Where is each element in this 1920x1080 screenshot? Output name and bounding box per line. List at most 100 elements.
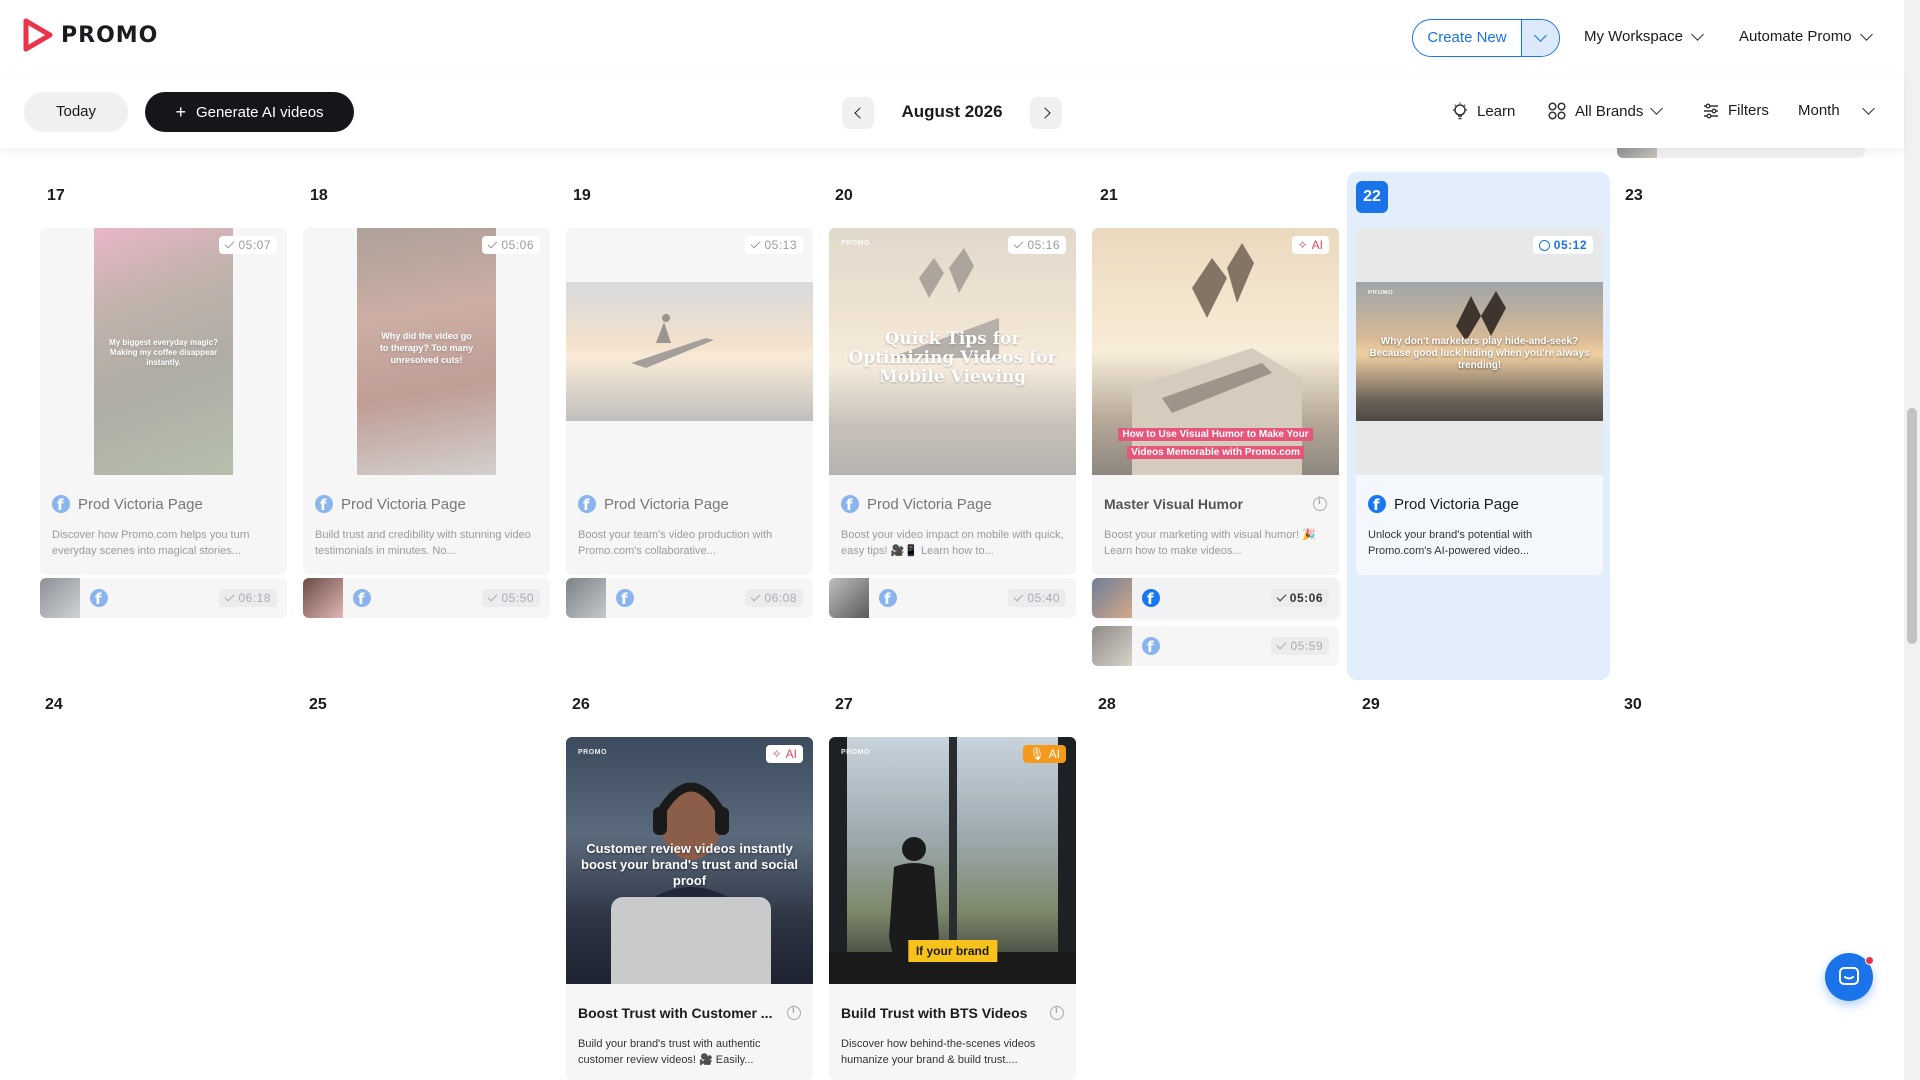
- all-brands-dropdown[interactable]: All Brands: [1548, 102, 1664, 120]
- published-post-row[interactable]: 06:08: [566, 578, 813, 618]
- scheduled-time-badge: 05:13: [745, 236, 803, 254]
- filters-label: Filters: [1728, 102, 1769, 119]
- scheduled-post-card[interactable]: Why did the video go to therapy? Too man…: [303, 228, 550, 575]
- published-post-row[interactable]: 05:50: [303, 578, 550, 618]
- day-number: 23: [1625, 187, 1643, 204]
- info-icon[interactable]: [1050, 1005, 1064, 1020]
- post-time: 06:18: [219, 589, 277, 607]
- card-title: Build Trust with BTS Videos: [829, 984, 1076, 1026]
- workspace-dropdown[interactable]: My Workspace: [1584, 27, 1704, 45]
- learn-button[interactable]: Learn: [1452, 102, 1515, 120]
- day-number: 26: [572, 696, 590, 713]
- view-label: Month: [1798, 102, 1840, 119]
- month-title: August 2026: [901, 102, 1003, 121]
- automate-promo-label: Automate Promo: [1739, 28, 1852, 45]
- chevron-down-icon: [1859, 27, 1873, 41]
- facebook-icon: [578, 495, 596, 515]
- published-post-row[interactable]: 05:59: [1092, 626, 1339, 666]
- day-number: 20: [835, 187, 853, 204]
- scheduled-time-badge: 05:06: [482, 236, 540, 254]
- generate-ai-videos-label: Generate AI videos: [195, 103, 324, 121]
- today-button[interactable]: Today: [24, 92, 128, 132]
- draft-post-card[interactable]: PROMO Customer review videos instantly b…: [566, 737, 813, 1080]
- day-number: 25: [309, 696, 327, 713]
- vertical-scrollbar[interactable]: [1904, 0, 1920, 1080]
- scheduled-post-card[interactable]: PROMO Quick Tips for Optimizing Videos f…: [829, 228, 1076, 575]
- facebook-icon: [90, 589, 108, 609]
- check-icon: [488, 238, 498, 249]
- day-number: 30: [1624, 696, 1642, 713]
- facebook-icon: [1142, 637, 1160, 657]
- day-number: 19: [573, 187, 591, 204]
- brand-watermark: PROMO: [841, 749, 870, 756]
- thumbnail-caption: Why don't marketers play hide-and-seek? …: [1369, 336, 1590, 371]
- brand-watermark: PROMO: [578, 749, 607, 756]
- automate-promo-dropdown[interactable]: Automate Promo: [1739, 27, 1873, 45]
- microphone-icon: 🎙: [1029, 747, 1045, 761]
- chevron-left-icon: [853, 107, 866, 119]
- workspace-label: My Workspace: [1584, 28, 1683, 45]
- check-icon: [225, 238, 235, 249]
- create-new-dropdown-button[interactable]: [1521, 20, 1559, 56]
- chevron-down-icon: [1861, 101, 1875, 115]
- card-title: Master Visual Humor: [1092, 475, 1339, 517]
- video-thumbnail: PROMO If your brand 🎙 AI: [829, 737, 1076, 984]
- draft-post-card[interactable]: How to Use Visual Humor to Make Your Vid…: [1092, 228, 1339, 575]
- promo-logo-icon: [23, 18, 53, 52]
- post-time: 05:59: [1271, 637, 1329, 655]
- day-number: 27: [835, 696, 853, 713]
- scheduled-post-card[interactable]: PROMO Why don't marketers play hide-and-…: [1356, 228, 1603, 575]
- chevron-down-icon: [1534, 29, 1547, 42]
- next-month-button[interactable]: [1030, 97, 1062, 129]
- previous-month-button[interactable]: [842, 97, 874, 129]
- brands-grid-icon: [1548, 102, 1566, 120]
- post-time: 05:50: [482, 589, 540, 607]
- thumbnail-caption: Customer review videos instantly boost y…: [581, 841, 798, 888]
- published-post-row[interactable]: 05:06: [1092, 578, 1339, 618]
- clock-icon: [1538, 239, 1550, 251]
- draft-post-card[interactable]: PROMO If your brand 🎙 AI Build Trust with…: [829, 737, 1076, 1080]
- facebook-icon: [841, 495, 859, 515]
- facebook-icon: [1142, 589, 1160, 609]
- video-thumbnail: How to Use Visual Humor to Make Your Vid…: [1092, 228, 1339, 475]
- thumbnail-caption: How to Use Visual Humor to Make Your Vid…: [1111, 426, 1321, 462]
- video-thumbnail: 05:13: [566, 228, 813, 475]
- ai-voice-badge: 🎙 AI: [1023, 745, 1066, 763]
- ai-generated-badge: ✧ AI: [1291, 236, 1329, 254]
- today-day-badge: 22: [1356, 181, 1388, 213]
- app-name: PROMO: [61, 22, 159, 48]
- scheduled-time-badge: 05:16: [1008, 236, 1066, 254]
- info-icon[interactable]: [1313, 496, 1327, 511]
- scrollbar-thumb[interactable]: [1907, 408, 1917, 644]
- check-icon: [1276, 591, 1287, 602]
- calendar-toolbar: Today + Generate AI videos August 2026 L…: [0, 74, 1904, 148]
- filters-button[interactable]: Filters: [1703, 102, 1769, 119]
- card-title: Prod Victoria Page: [829, 475, 1076, 517]
- published-post-row[interactable]: 05:40: [829, 578, 1076, 618]
- plus-icon: +: [175, 102, 186, 122]
- post-time: 05:06: [1270, 589, 1329, 607]
- card-description: Unlock your brand's potential with Promo…: [1368, 529, 1533, 557]
- video-thumbnail: My biggest everyday magic? Making my cof…: [40, 228, 287, 475]
- check-icon: [225, 591, 235, 602]
- video-thumbnail: Why did the video go to therapy? Too man…: [303, 228, 550, 475]
- promo-logo[interactable]: PROMO: [23, 18, 158, 52]
- scheduled-post-card[interactable]: 05:13 Prod Victoria Page Boost your team…: [566, 228, 813, 575]
- filters-icon: [1704, 103, 1718, 118]
- facebook-icon: [353, 589, 371, 609]
- notification-dot: [1865, 956, 1874, 965]
- view-dropdown[interactable]: Month: [1798, 101, 1875, 119]
- post-thumbnail: [566, 578, 606, 618]
- check-icon: [1014, 591, 1024, 602]
- post-thumbnail: [303, 578, 343, 618]
- post-thumbnail: [829, 578, 869, 618]
- generate-ai-videos-button[interactable]: + Generate AI videos: [145, 92, 354, 132]
- top-bar: PROMO Create New My Workspace Automate P…: [0, 0, 1904, 74]
- post-thumbnail: [40, 578, 80, 618]
- info-icon[interactable]: [787, 1005, 801, 1020]
- scheduled-post-card[interactable]: My biggest everyday magic? Making my cof…: [40, 228, 287, 575]
- card-title: Prod Victoria Page: [303, 475, 550, 517]
- create-new-button[interactable]: Create New: [1413, 20, 1521, 56]
- published-post-row[interactable]: 06:18: [40, 578, 287, 618]
- sparkle-icon: ✧: [1297, 238, 1308, 252]
